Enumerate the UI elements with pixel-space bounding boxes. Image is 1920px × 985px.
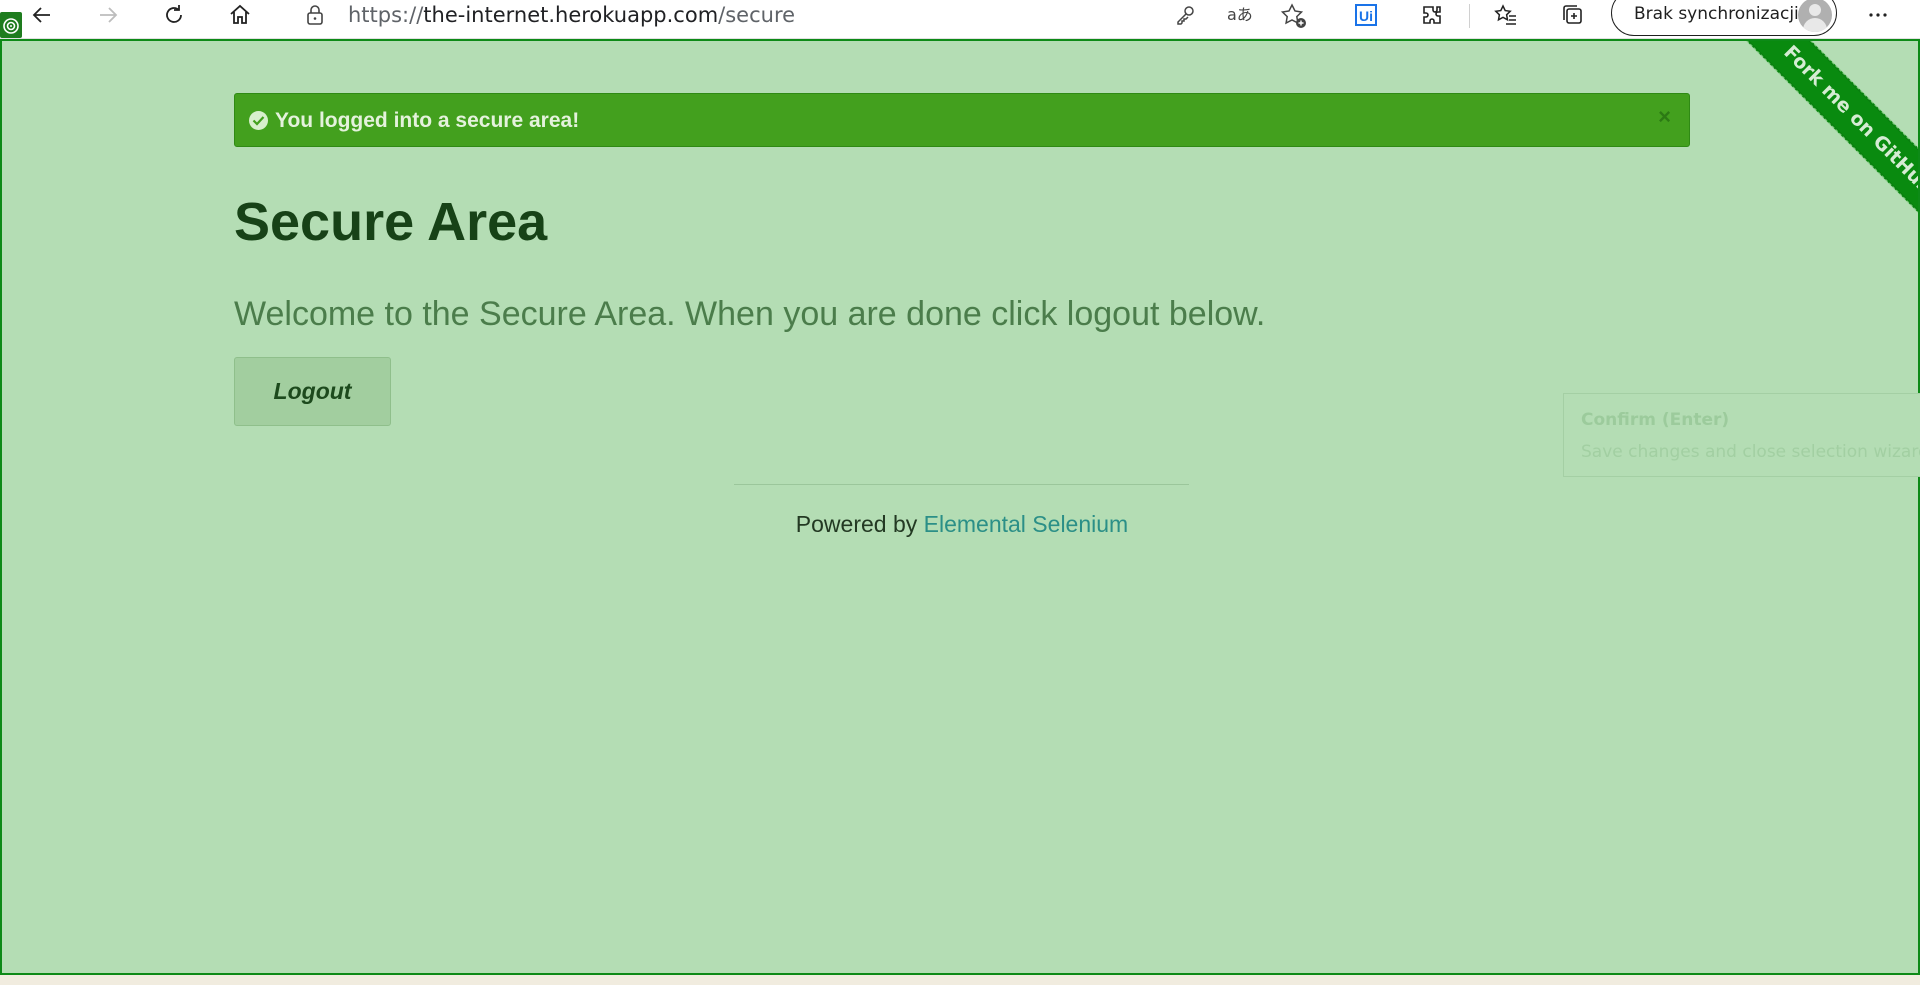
address-bar[interactable]: https://the-internet.herokuapp.com/secur… xyxy=(282,0,1324,32)
flash-close-button[interactable]: × xyxy=(1658,104,1671,130)
browser-toolbar: https://the-internet.herokuapp.com/secur… xyxy=(0,0,1920,39)
tooltip-title: Confirm (Enter) xyxy=(1581,410,1730,430)
svg-text:Ui: Ui xyxy=(1359,8,1373,24)
uipath-extension-button[interactable]: Ui xyxy=(1346,0,1386,30)
more-button[interactable] xyxy=(1858,0,1898,30)
key-icon[interactable] xyxy=(1174,3,1198,27)
svg-text:aあ: aあ xyxy=(1227,5,1253,24)
lock-icon[interactable] xyxy=(304,3,326,27)
forward-button[interactable] xyxy=(88,0,128,30)
uipath-extension-icon: Ui xyxy=(1355,4,1377,26)
tooltip-description: Save changes and close selection wizard. xyxy=(1581,442,1920,462)
forward-icon xyxy=(100,7,118,23)
toolbar-divider xyxy=(1469,4,1470,28)
footer-divider xyxy=(734,484,1189,485)
success-flash-message: You logged into a secure area! × xyxy=(234,93,1690,147)
read-aloud-icon[interactable]: aあ xyxy=(1226,2,1256,28)
page-footer: Powered by Elemental Selenium xyxy=(2,511,1920,538)
footer-powered-by: Powered by xyxy=(795,511,924,537)
profile-avatar-icon xyxy=(1798,0,1832,32)
check-circle-icon xyxy=(249,111,268,130)
profile-label: Brak synchronizacji xyxy=(1634,4,1799,24)
refresh-icon xyxy=(166,5,182,23)
back-icon xyxy=(32,7,50,23)
selection-wizard-icon[interactable] xyxy=(0,12,22,38)
flash-message-text: You logged into a secure area! xyxy=(275,109,580,132)
back-button[interactable] xyxy=(22,0,62,30)
confirm-tooltip: Confirm (Enter) Save changes and close s… xyxy=(1563,393,1920,477)
page-content: You logged into a secure area! × Secure … xyxy=(0,39,1920,975)
add-favorite-icon[interactable] xyxy=(1280,2,1308,30)
collections-button[interactable] xyxy=(1552,0,1592,30)
url-text: https://the-internet.herokuapp.com/secur… xyxy=(348,3,796,27)
page-title: Secure Area xyxy=(234,192,548,252)
home-button[interactable] xyxy=(220,0,260,30)
taskbar-strip xyxy=(0,975,1920,985)
profile-button[interactable]: Brak synchronizacji xyxy=(1611,0,1837,36)
logout-button[interactable]: Logout xyxy=(234,357,391,426)
extensions-button[interactable] xyxy=(1412,0,1452,30)
elemental-selenium-link[interactable]: Elemental Selenium xyxy=(924,511,1129,537)
home-icon xyxy=(230,4,250,24)
logout-label: Logout xyxy=(273,378,352,404)
favorites-button[interactable] xyxy=(1486,0,1526,30)
refresh-button[interactable] xyxy=(154,0,194,30)
extensions-icon xyxy=(1423,6,1441,24)
collections-icon xyxy=(1563,5,1582,24)
favorites-icon xyxy=(1494,4,1516,25)
github-ribbon[interactable]: Fork me on GitHub xyxy=(1718,41,1918,241)
more-icon xyxy=(1869,13,1887,17)
page-subtitle: Welcome to the Secure Area. When you are… xyxy=(234,295,1266,333)
fork-me-on-github-link[interactable]: Fork me on GitHub xyxy=(1735,41,1918,241)
